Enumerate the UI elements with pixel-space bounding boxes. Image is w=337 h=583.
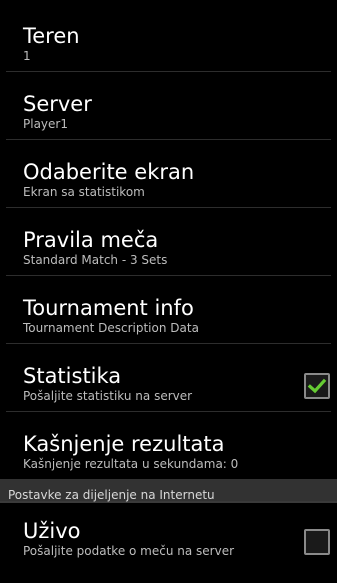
pref-statistika[interactable]: Statistika Pošaljite statistiku na serve…	[0, 344, 337, 411]
pref-summary: Standard Match - 3 Sets	[23, 253, 168, 267]
pref-summary: Tournament Description Data	[23, 321, 199, 335]
pref-title: Server	[23, 92, 92, 116]
settings-screen: Teren 1 Server Player1 Odaberite ekran E…	[0, 0, 337, 583]
pref-title: Teren	[23, 24, 80, 48]
pref-summary: Kašnjenje rezultata u sekundama: 0	[23, 457, 239, 471]
uzivo-checkbox[interactable]	[304, 529, 330, 555]
pref-summary: 1	[23, 49, 31, 63]
pref-server[interactable]: Server Player1	[0, 72, 337, 139]
pref-title: Uživo	[23, 519, 81, 543]
pref-kasnjenje-rezultata[interactable]: Kašnjenje rezultata Kašnjenje rezultata …	[0, 412, 337, 479]
statistika-checkbox[interactable]	[304, 373, 330, 399]
pref-odaberite-ekran[interactable]: Odaberite ekran Ekran sa statistikom	[0, 140, 337, 207]
pref-title: Statistika	[23, 364, 122, 388]
category-header: Postavke za dijeljenje na Internetu	[0, 479, 337, 503]
pref-summary: Ekran sa statistikom	[23, 185, 145, 199]
check-icon	[307, 378, 327, 394]
pref-summary: Pošaljite podatke o meču na server	[23, 544, 235, 558]
pref-pravila-meca[interactable]: Pravila meča Standard Match - 3 Sets	[0, 208, 337, 275]
pref-title: Tournament info	[23, 296, 194, 320]
pref-summary: Pošaljite statistiku na server	[23, 389, 193, 403]
pref-uzivo[interactable]: Uživo Pošaljite podatke o meču na server	[0, 503, 337, 563]
pref-title: Kašnjenje rezultata	[23, 432, 225, 456]
pref-title: Odaberite ekran	[23, 160, 195, 184]
category-title: Postavke za dijeljenje na Internetu	[8, 488, 215, 502]
pref-tournament-info[interactable]: Tournament info Tournament Description D…	[0, 276, 337, 343]
pref-teren[interactable]: Teren 1	[0, 0, 337, 71]
pref-summary: Player1	[23, 117, 68, 131]
pref-title: Pravila meča	[23, 228, 159, 252]
